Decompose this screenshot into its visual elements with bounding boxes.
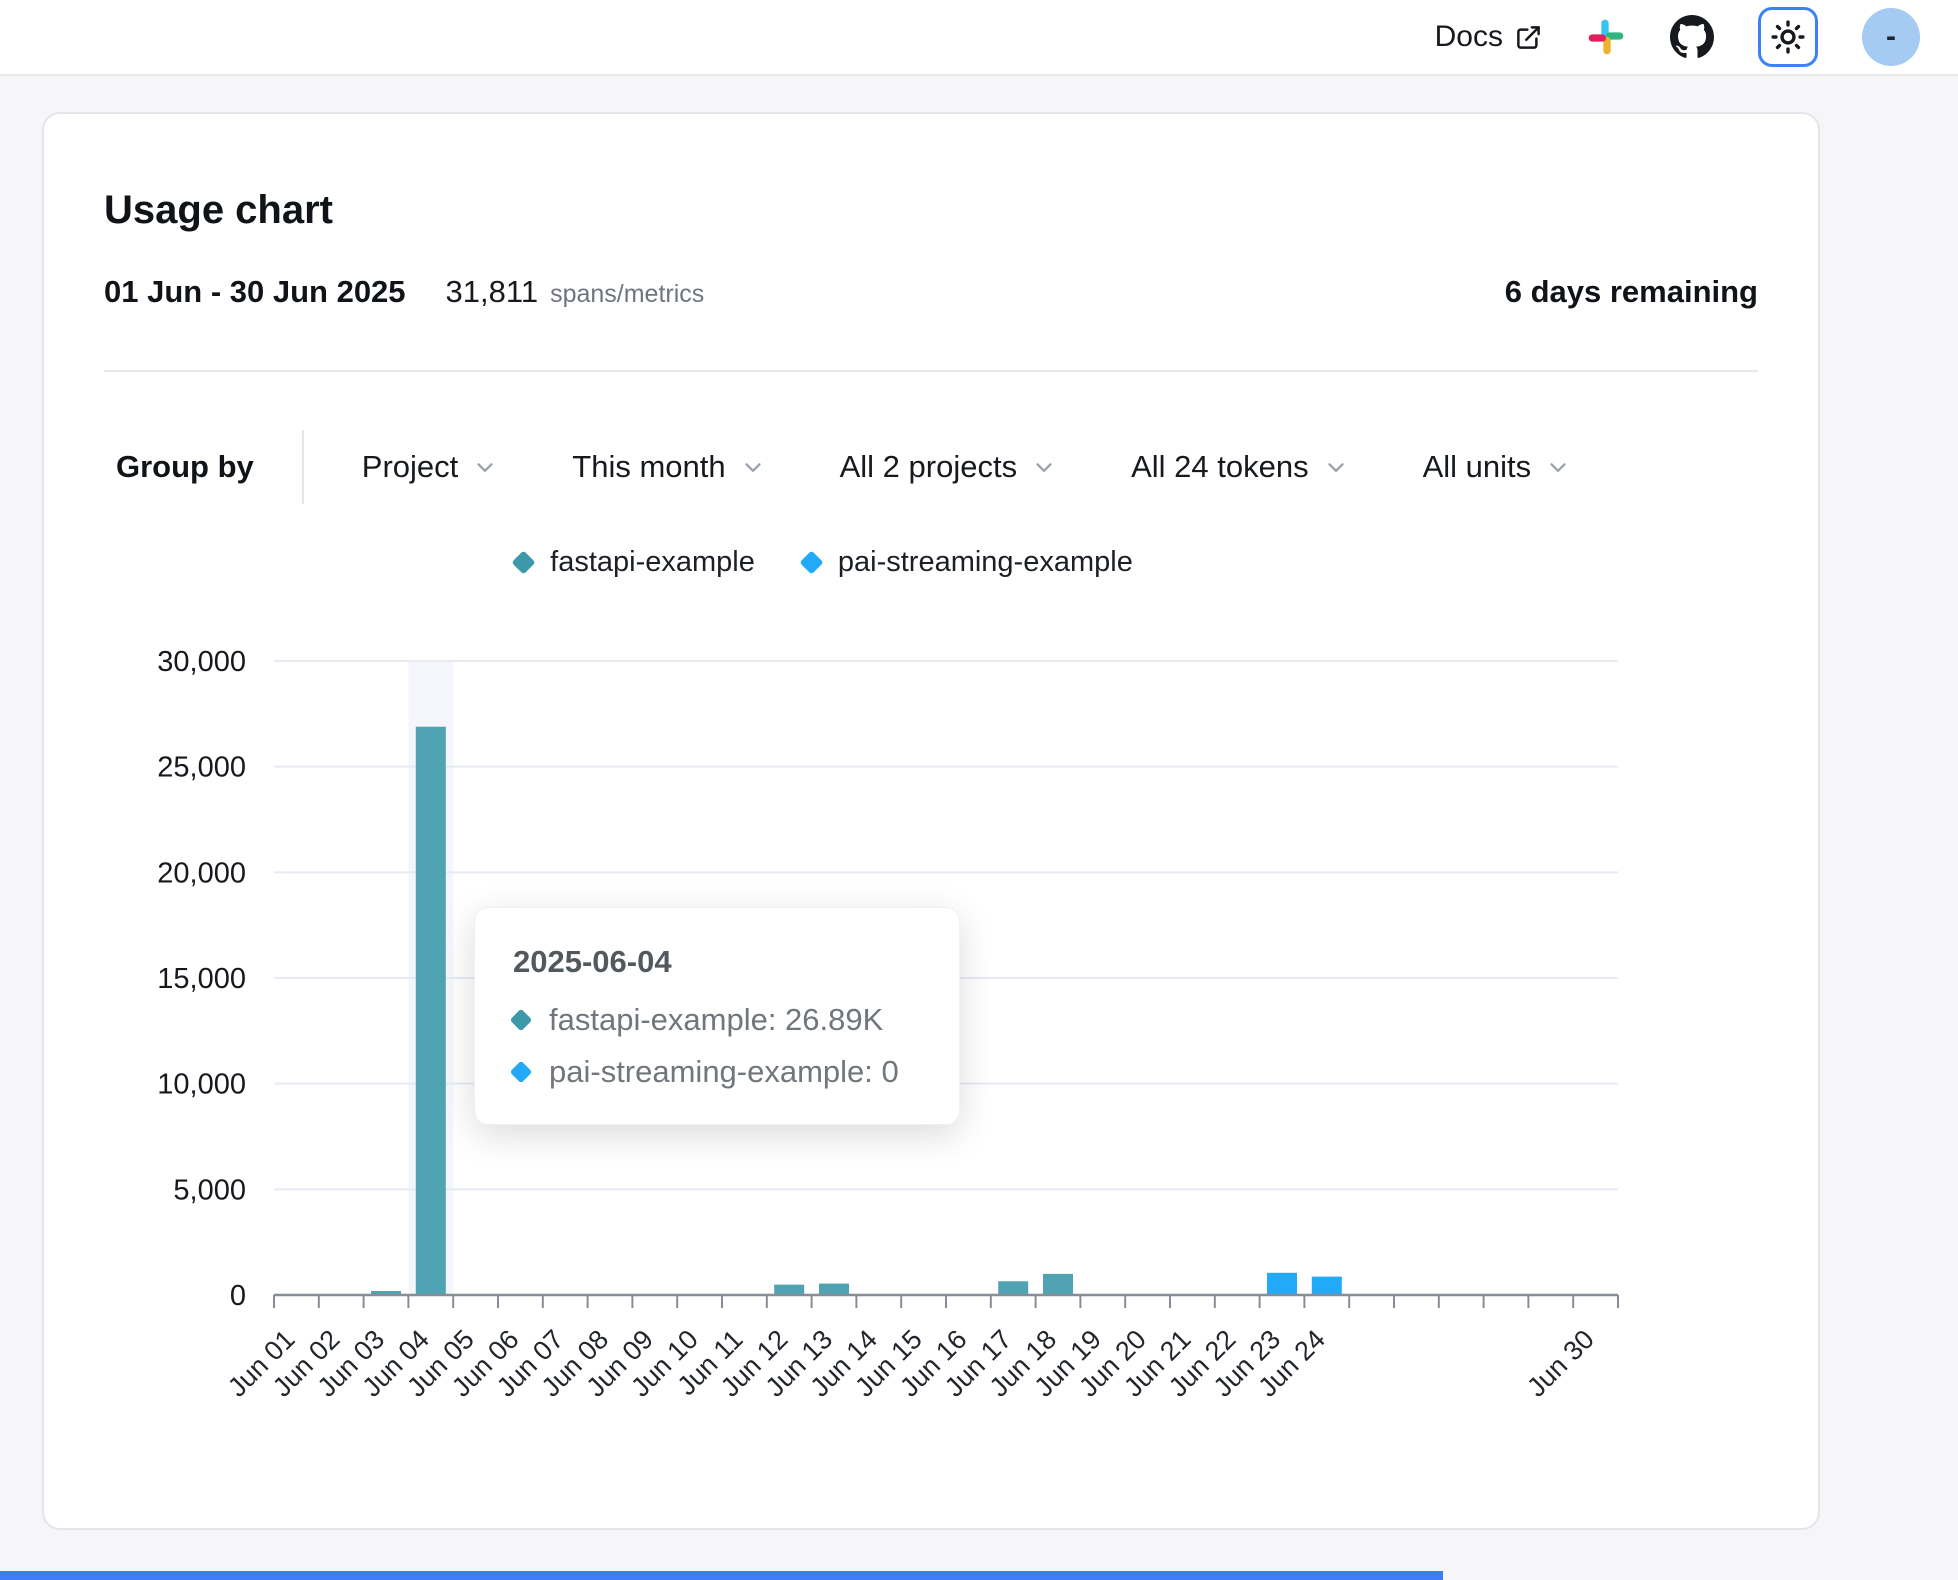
bottom-accent-strip: [0, 1571, 1443, 1580]
meta-row: 01 Jun - 30 Jun 2025 31,811 spans/metric…: [104, 274, 1758, 310]
filter-dropdown-this-month[interactable]: This month: [572, 449, 765, 485]
dropdown-label: This month: [572, 449, 725, 485]
chevron-down-icon: [1545, 454, 1571, 480]
sun-icon: [1771, 20, 1805, 54]
topbar: Docs: [0, 0, 1958, 76]
dropdown-label: All 2 projects: [840, 449, 1017, 485]
tooltip-series-value: fastapi-example: 26.89K: [549, 1002, 883, 1038]
chevron-down-icon: [740, 454, 766, 480]
days-remaining: 6 days remaining: [1505, 274, 1758, 310]
avatar[interactable]: -: [1862, 8, 1920, 66]
external-link-icon: [1515, 24, 1542, 51]
y-axis-tick-label: 0: [230, 1280, 246, 1312]
theme-toggle-button[interactable]: [1758, 7, 1818, 67]
chevron-down-icon: [1323, 454, 1349, 480]
chart-area: fastapi-examplepai-streaming-example 05,…: [44, 494, 1822, 1532]
filter-dropdown-all-units[interactable]: All units: [1423, 449, 1572, 485]
page-title: Usage chart: [104, 188, 333, 233]
dropdown-label: All 24 tokens: [1131, 449, 1309, 485]
filter-dropdown-project[interactable]: Project: [362, 449, 498, 485]
tooltip-row: fastapi-example: 26.89K: [513, 1002, 921, 1038]
y-axis-tick-label: 5,000: [173, 1174, 246, 1206]
dropdown-label: Project: [362, 449, 458, 485]
chart-tooltip: 2025-06-04 fastapi-example: 26.89K pai-st…: [474, 907, 960, 1125]
bar-jun-12[interactable]: [774, 1285, 804, 1295]
series-diamond-icon: [510, 1061, 533, 1084]
group-by-label: Group by: [116, 449, 254, 485]
docs-link-label: Docs: [1435, 20, 1503, 54]
usage-card: Usage chart 01 Jun - 30 Jun 2025 31,811 …: [42, 112, 1820, 1530]
docs-link[interactable]: Docs: [1435, 20, 1542, 54]
tooltip-row: pai-streaming-example: 0: [513, 1054, 921, 1090]
filter-divider: [302, 430, 304, 504]
tooltip-series-value: pai-streaming-example: 0: [549, 1054, 899, 1090]
y-axis-tick-label: 15,000: [157, 963, 246, 995]
bar-jun-23[interactable]: [1267, 1273, 1297, 1295]
total-count: 31,811: [446, 274, 539, 310]
chevron-down-icon: [472, 454, 498, 480]
y-axis-tick-label: 30,000: [157, 646, 246, 678]
y-axis-tick-label: 10,000: [157, 1069, 246, 1101]
date-range: 01 Jun - 30 Jun 2025: [104, 274, 406, 310]
series-diamond-icon: [510, 1009, 533, 1032]
bar-jun-18[interactable]: [1043, 1274, 1073, 1295]
app-screen: Docs: [0, 0, 1958, 1580]
x-axis-tick-label: Jun 30: [1521, 1324, 1600, 1403]
dropdown-label: All units: [1423, 449, 1532, 485]
avatar-label: -: [1886, 20, 1896, 54]
tooltip-title: 2025-06-04: [513, 944, 921, 980]
slack-icon[interactable]: [1586, 17, 1626, 57]
total-unit: spans/metrics: [550, 280, 704, 309]
bar-jun-17[interactable]: [998, 1281, 1028, 1295]
filter-row: Group by Project This month All 2 projects…: [116, 430, 1571, 504]
filter-dropdown-all-2-projects[interactable]: All 2 projects: [840, 449, 1057, 485]
y-axis-tick-label: 20,000: [157, 857, 246, 889]
github-icon[interactable]: [1670, 15, 1714, 59]
filter-dropdown-all-24-tokens[interactable]: All 24 tokens: [1131, 449, 1349, 485]
section-divider: [104, 370, 1758, 372]
bar-jun-13[interactable]: [819, 1284, 849, 1295]
chevron-down-icon: [1031, 454, 1057, 480]
bar-jun-04[interactable]: [416, 727, 446, 1295]
filter-dropdowns: Project This month All 2 projects All 24 to…: [362, 449, 1571, 485]
bar-jun-24[interactable]: [1312, 1277, 1342, 1295]
y-axis-tick-label: 25,000: [157, 752, 246, 784]
